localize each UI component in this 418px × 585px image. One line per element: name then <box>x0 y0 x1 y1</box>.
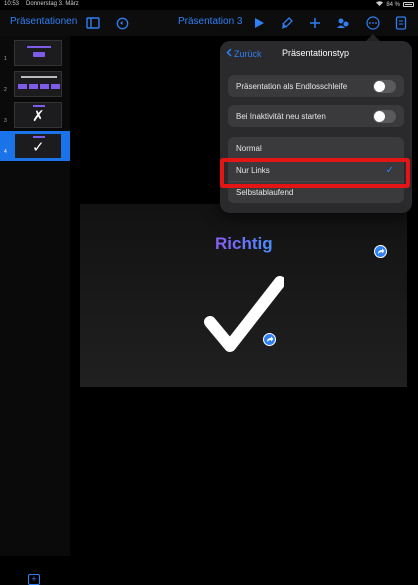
popover-header: Zurück Präsentationstyp <box>220 41 412 67</box>
slide-number: 4 <box>4 149 7 155</box>
presentations-back-link[interactable]: Präsentationen <box>10 16 77 27</box>
loop-toggle-row[interactable]: Präsentation als Endlosschleife <box>228 75 404 97</box>
current-slide[interactable]: Richtig <box>80 204 407 387</box>
chevron-left-icon <box>226 48 232 59</box>
restart-toggle-switch[interactable] <box>373 110 396 123</box>
link-badge-icon[interactable] <box>374 245 387 258</box>
checkmark-icon: ✓ <box>32 139 45 156</box>
wifi-icon <box>376 1 384 8</box>
slide-number: 3 <box>4 118 7 124</box>
status-date: Donnerstag 3. März <box>26 1 79 7</box>
slide-thumb-4[interactable]: 4 ✓ <box>0 131 70 161</box>
slide-navigator: 1 2 3 ✗ 4 ✓ + <box>0 36 70 585</box>
cross-icon: ✗ <box>32 108 45 125</box>
sidebar-toggle-icon[interactable] <box>84 14 102 32</box>
loop-toggle-group: Präsentation als Endlosschleife <box>228 75 404 97</box>
option-label: Normal <box>236 143 262 153</box>
document-title[interactable]: Präsentation 3 <box>178 16 243 27</box>
battery-percent: 84 % <box>386 1 400 8</box>
popover-back-label: Zurück <box>234 48 262 59</box>
popover-back-button[interactable]: Zurück <box>226 48 262 59</box>
slide-number: 1 <box>4 56 7 62</box>
status-bar: 10:53 Donnerstag 3. März 84 % <box>0 0 418 10</box>
popover-title: Präsentationstyp <box>282 48 350 58</box>
slide-thumbnail <box>14 71 62 97</box>
slide-thumb-3[interactable]: 3 ✗ <box>0 100 70 130</box>
toolbar: Präsentationen Präsentation 3 <box>0 10 418 36</box>
document-options-icon[interactable] <box>392 14 410 32</box>
brush-icon[interactable] <box>278 14 296 32</box>
slide-thumbnail <box>14 40 62 66</box>
loop-toggle-switch[interactable] <box>373 80 396 93</box>
slide-thumbnail: ✗ <box>14 102 62 128</box>
slide-thumb-2[interactable]: 2 <box>0 69 70 99</box>
collaborate-icon[interactable] <box>334 14 352 32</box>
popover-arrow <box>366 34 380 41</box>
more-options-icon[interactable] <box>364 14 382 32</box>
add-icon[interactable] <box>306 14 324 32</box>
status-right: 84 % <box>376 1 414 8</box>
option-label: Selbstablaufend <box>236 188 294 197</box>
slide-thumb-1[interactable]: 1 <box>0 38 70 68</box>
restart-toggle-label: Bei Inaktivität neu starten <box>236 111 326 121</box>
link-badge-icon[interactable] <box>263 333 276 346</box>
battery-icon <box>403 2 414 7</box>
restart-toggle-group: Bei Inaktivität neu starten <box>228 105 404 127</box>
slide-thumbnail: ✓ <box>14 133 62 159</box>
undo-icon[interactable] <box>113 14 131 32</box>
slide-title[interactable]: Richtig <box>215 234 273 254</box>
loop-toggle-label: Präsentation als Endlosschleife <box>236 81 348 91</box>
slide-number: 2 <box>4 87 7 93</box>
restart-toggle-row[interactable]: Bei Inaktivität neu starten <box>228 105 404 127</box>
highlight-annotation <box>220 158 410 188</box>
add-slide-button[interactable]: + <box>28 574 40 585</box>
play-icon[interactable] <box>250 14 268 32</box>
status-time: 10:53 <box>4 1 20 7</box>
option-normal[interactable]: Normal <box>228 137 404 159</box>
